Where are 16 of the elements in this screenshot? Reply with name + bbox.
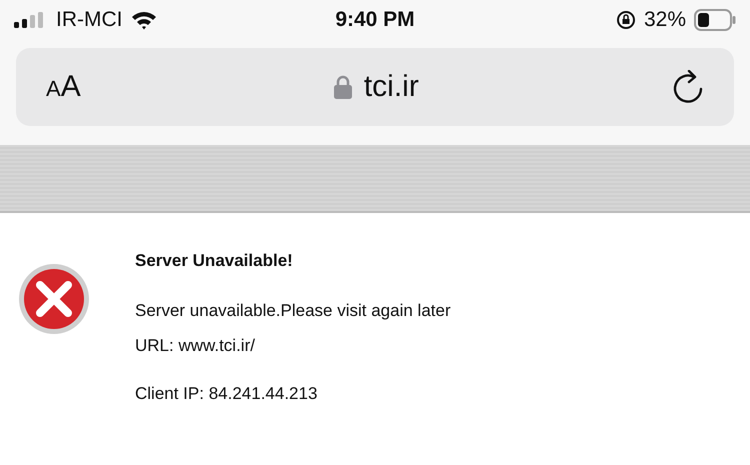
error-message: Server unavailable.Please visit again later [135,301,451,321]
error-title: Server Unavailable! [135,251,294,271]
battery-percent: 32% [644,8,686,32]
reload-icon[interactable] [672,70,704,104]
wifi-icon [130,10,156,30]
client-ip: Client IP: 84.241.44.213 [135,384,318,404]
lock-icon [334,75,352,99]
battery-icon [694,9,736,31]
address-bar[interactable]: AA tci.ir [16,48,734,126]
carrier-name: IR-MCI [56,8,122,32]
url-text: tci.ir [364,70,419,104]
text-size-button[interactable]: AA [46,70,81,104]
error-icon [18,263,90,335]
rotation-lock-icon [616,10,636,30]
clock-time: 9:40 PM [335,8,415,32]
url-line: URL: www.tci.ir/ [135,336,256,356]
